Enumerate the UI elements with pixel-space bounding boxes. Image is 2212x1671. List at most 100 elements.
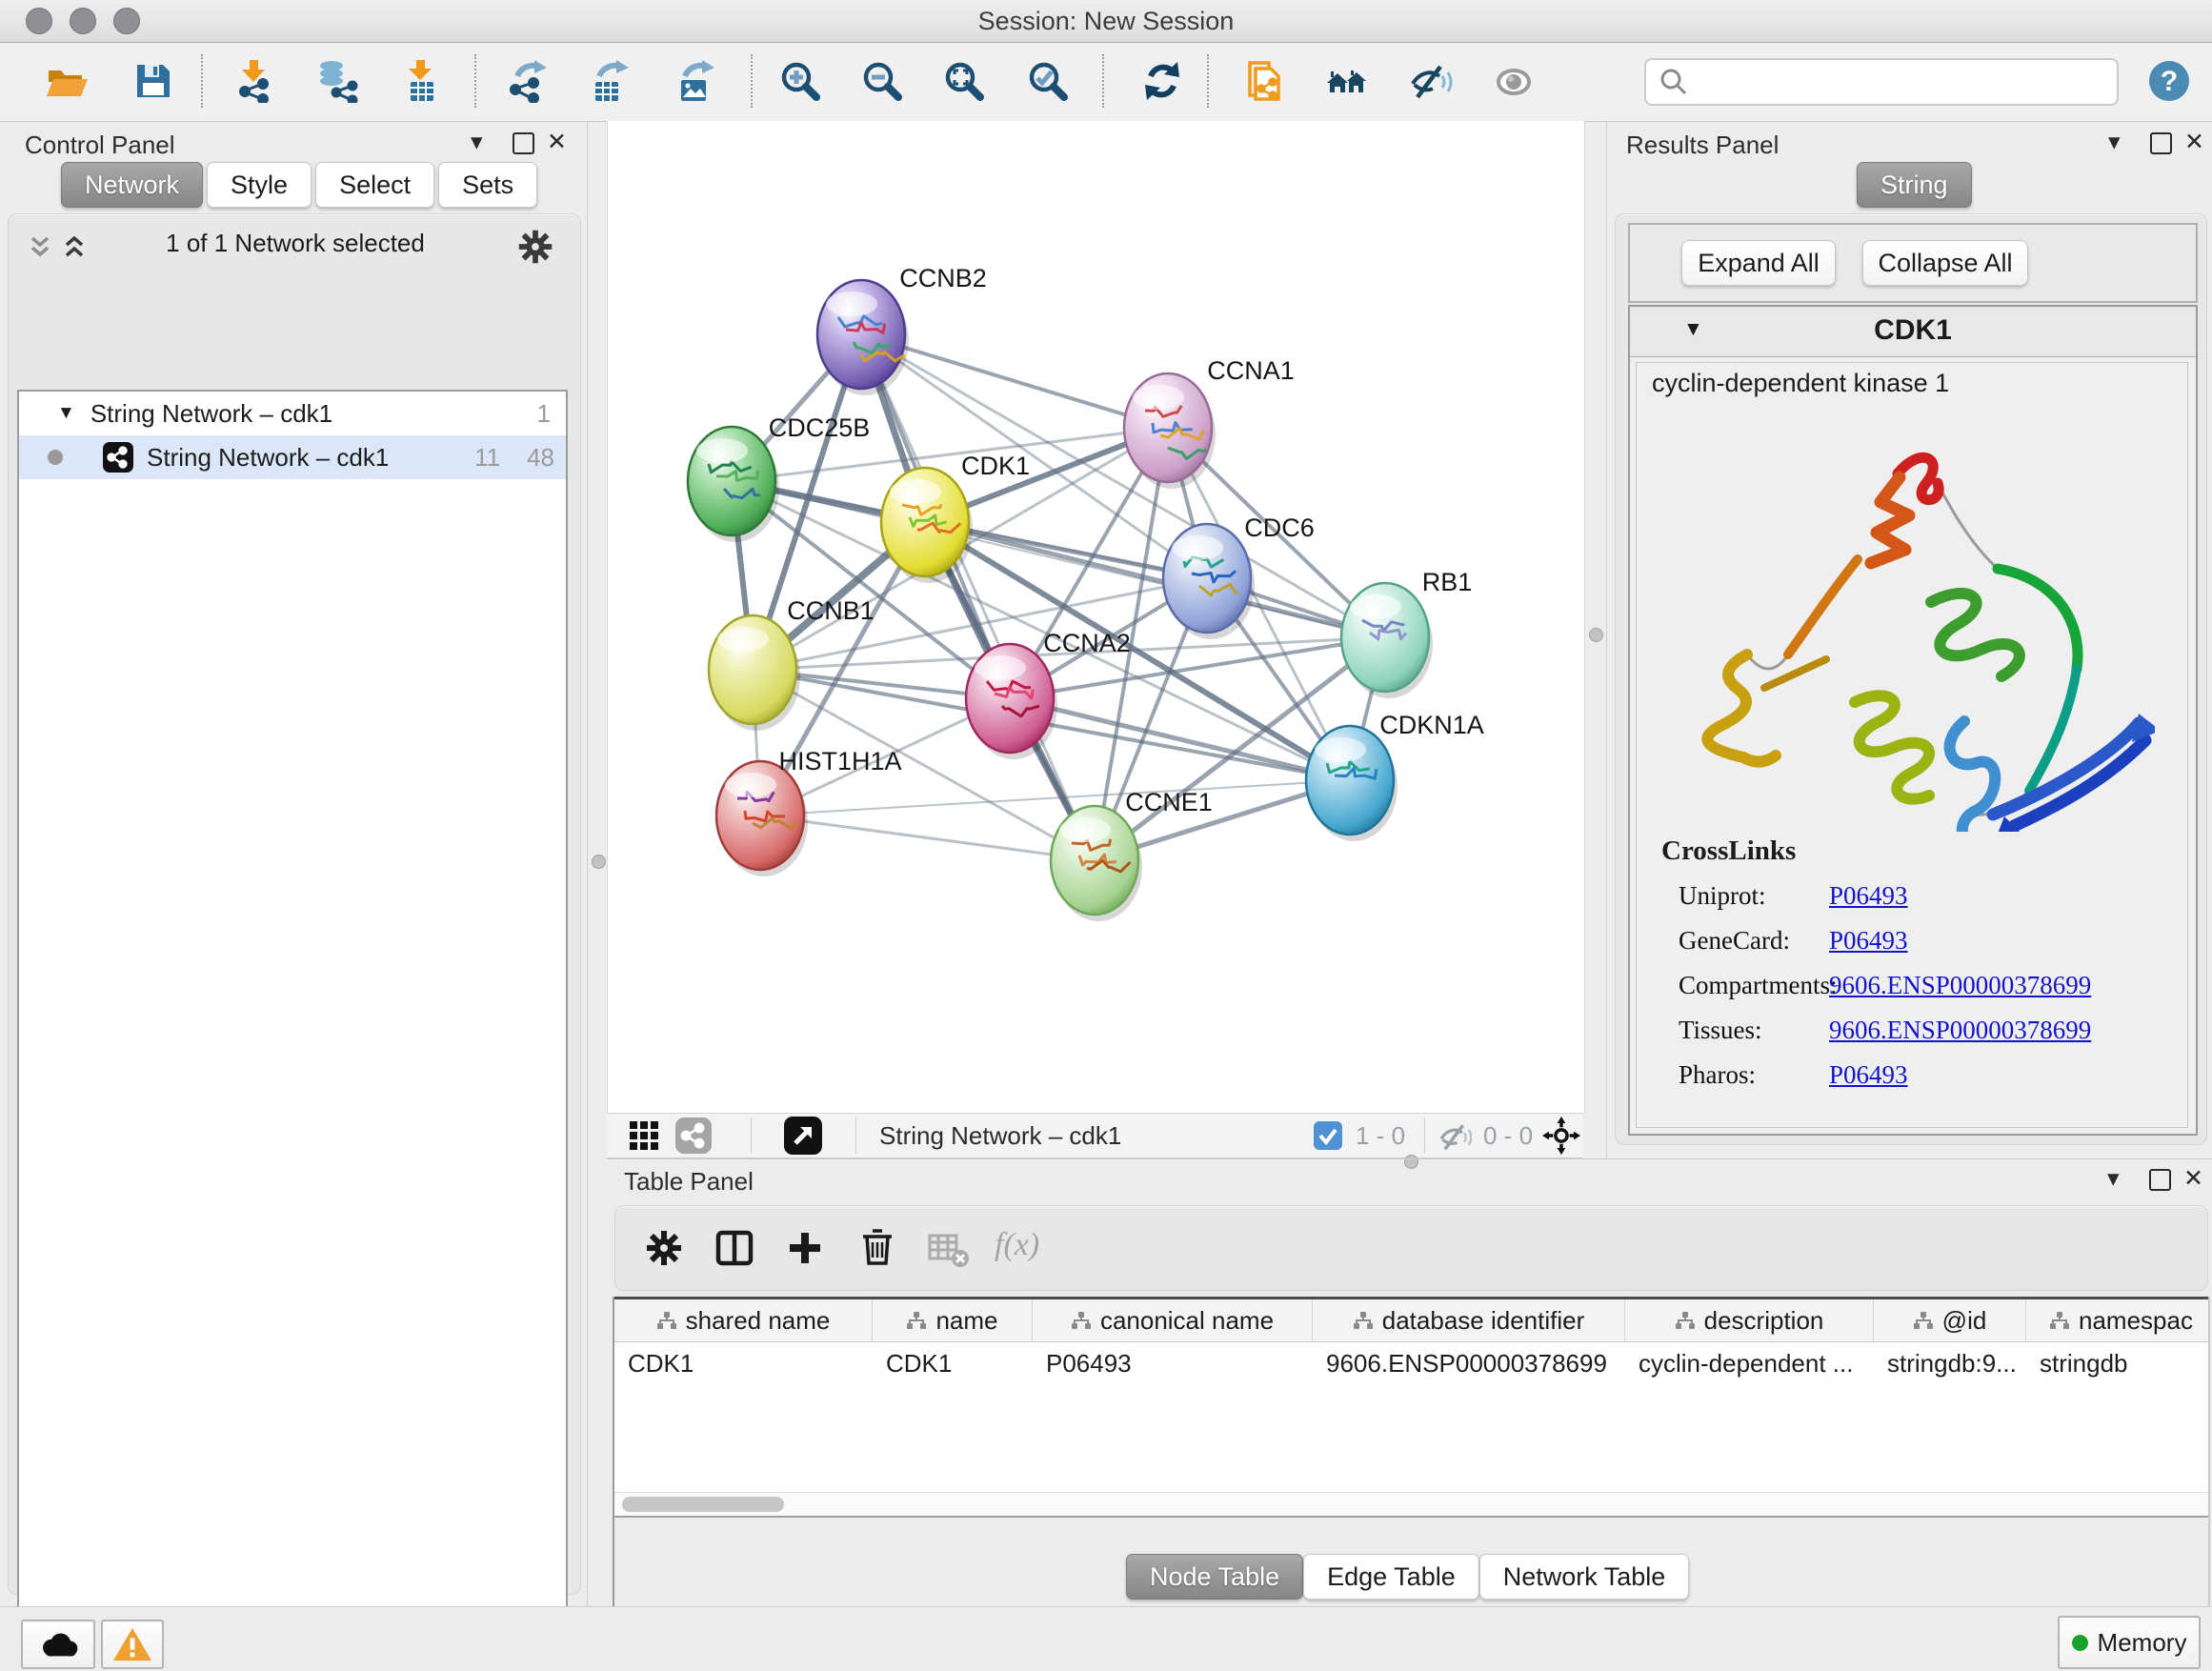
export-table-button[interactable] bbox=[586, 57, 633, 105]
table-settings-gear-icon[interactable] bbox=[642, 1226, 686, 1270]
network-canvas[interactable]: CCNB2CCNA1CDC25BCDK1CDC6RB1CCNB1CCNA2HIS… bbox=[607, 121, 1585, 1113]
scrollbar-thumb[interactable] bbox=[622, 1497, 784, 1512]
hide-graphics-details-button[interactable] bbox=[1407, 57, 1455, 105]
open-session-button[interactable] bbox=[43, 57, 90, 105]
column-header-database-identifier[interactable]: database identifier bbox=[1313, 1299, 1625, 1341]
network-graph[interactable]: CCNB2CCNA1CDC25BCDK1CDC6RB1CCNB1CCNA2HIS… bbox=[608, 121, 1584, 1113]
crosslink-link-tissues[interactable]: 9606.ENSP00000378699 bbox=[1829, 1016, 2091, 1045]
network-node-CDKN1A[interactable] bbox=[1306, 726, 1398, 841]
control-panel-float-icon[interactable] bbox=[513, 132, 534, 154]
collapse-all-button[interactable]: Collapse All bbox=[1862, 240, 2028, 286]
search-box[interactable] bbox=[1644, 58, 2119, 106]
network-node-CCNB2[interactable] bbox=[817, 280, 909, 395]
tab-node-table[interactable]: Node Table bbox=[1126, 1554, 1303, 1600]
export-image-button[interactable] bbox=[672, 57, 719, 105]
show-graphics-details-button[interactable] bbox=[1491, 57, 1538, 105]
control-panel-close-icon[interactable]: ✕ bbox=[547, 131, 567, 154]
warnings-button[interactable] bbox=[101, 1620, 164, 1669]
table-panel-close-icon[interactable]: ✕ bbox=[2183, 1167, 2203, 1191]
table-cell[interactable]: stringdb bbox=[2026, 1342, 2210, 1384]
network-node-CCNE1[interactable] bbox=[1051, 806, 1142, 921]
tab-network-table[interactable]: Network Table bbox=[1479, 1554, 1690, 1600]
table-cell[interactable]: CDK1 bbox=[873, 1342, 1033, 1384]
tab-string[interactable]: String bbox=[1857, 162, 1972, 208]
cloud-button[interactable] bbox=[21, 1620, 95, 1669]
tab-style[interactable]: Style bbox=[207, 162, 312, 208]
network-node-CCNA2[interactable] bbox=[966, 644, 1057, 759]
delete-table-icon[interactable] bbox=[926, 1228, 970, 1272]
column-header-namespac[interactable]: namespac bbox=[2026, 1299, 2210, 1341]
network-edge[interactable] bbox=[760, 815, 1095, 860]
table-cell[interactable]: stringdb:9... bbox=[1874, 1342, 2026, 1384]
export-network-button[interactable] bbox=[504, 57, 552, 105]
network-options-gear-icon[interactable] bbox=[514, 226, 556, 268]
zoom-selected-button[interactable] bbox=[1024, 57, 1072, 105]
crosslink-link-pharos[interactable]: P06493 bbox=[1829, 1060, 1908, 1090]
right-splitter-handle[interactable] bbox=[1589, 628, 1603, 642]
copy-network-button[interactable] bbox=[1240, 57, 1288, 105]
apply-layout-button[interactable] bbox=[1138, 57, 1186, 105]
table-cell[interactable]: 9606.ENSP00000378699 bbox=[1313, 1342, 1625, 1384]
table-cell[interactable]: CDK1 bbox=[614, 1342, 873, 1384]
column-header-canonical-name[interactable]: canonical name bbox=[1033, 1299, 1313, 1341]
add-column-icon[interactable] bbox=[783, 1226, 827, 1270]
table-panel-float-icon[interactable] bbox=[2149, 1169, 2171, 1191]
import-table-file-button[interactable] bbox=[397, 57, 445, 105]
tab-edge-table[interactable]: Edge Table bbox=[1303, 1554, 1479, 1600]
network-node-HIST1H1A[interactable] bbox=[716, 761, 808, 876]
crosslink-link-compartments[interactable]: 9606.ENSP00000378699 bbox=[1829, 971, 2091, 1000]
column-header-@id[interactable]: @id bbox=[1874, 1299, 2026, 1341]
gene-header-row[interactable]: ▼ CDK1 bbox=[1630, 307, 2196, 357]
tab-network[interactable]: Network bbox=[61, 162, 203, 208]
zoom-in-button[interactable] bbox=[776, 57, 824, 105]
function-builder-button[interactable]: f(x) bbox=[995, 1227, 1039, 1263]
table-cell[interactable]: cyclin-dependent ... bbox=[1625, 1342, 1874, 1384]
network-tree-root-row[interactable]: ▼ String Network – cdk1 1 bbox=[19, 392, 566, 435]
zoom-fit-button[interactable] bbox=[940, 57, 988, 105]
titlebar: Session: New Session bbox=[0, 0, 2212, 43]
network-tree-child-row[interactable]: String Network – cdk1 11 48 bbox=[19, 435, 566, 479]
expand-all-networks-icon[interactable] bbox=[59, 231, 93, 265]
show-column-icon[interactable] bbox=[713, 1226, 756, 1270]
birdseye-view-icon[interactable] bbox=[784, 1117, 822, 1155]
network-node-CCNA1[interactable] bbox=[1124, 373, 1216, 489]
results-panel-menu-icon[interactable]: ▾ bbox=[2108, 131, 2121, 154]
zoom-out-button[interactable] bbox=[858, 57, 906, 105]
memory-button[interactable]: Memory bbox=[2058, 1616, 2201, 1669]
table-cell[interactable]: P06493 bbox=[1033, 1342, 1313, 1384]
network-node-CDC6[interactable] bbox=[1163, 524, 1255, 639]
hidden-items-eye-icon[interactable] bbox=[1438, 1119, 1472, 1154]
help-button[interactable]: ? bbox=[2145, 57, 2193, 105]
network-edge[interactable] bbox=[861, 334, 1095, 860]
network-node-CDK1[interactable] bbox=[881, 468, 973, 583]
column-header-name[interactable]: name bbox=[873, 1299, 1033, 1341]
search-input[interactable] bbox=[1698, 67, 2101, 98]
table-row[interactable]: CDK1CDK1P064939606.ENSP00000378699cyclin… bbox=[614, 1342, 2208, 1384]
import-network-file-button[interactable] bbox=[231, 57, 278, 105]
crosslink-link-uniprot[interactable]: P06493 bbox=[1829, 881, 1908, 911]
results-panel-close-icon[interactable]: ✕ bbox=[2184, 131, 2204, 154]
save-session-button[interactable] bbox=[130, 57, 177, 105]
expand-all-button[interactable]: Expand All bbox=[1681, 240, 1836, 286]
first-neighbors-button[interactable] bbox=[1323, 57, 1371, 105]
results-panel-float-icon[interactable] bbox=[2150, 132, 2172, 154]
column-header-description[interactable]: description bbox=[1625, 1299, 1874, 1341]
collapse-all-networks-icon[interactable] bbox=[25, 231, 59, 265]
import-network-database-button[interactable] bbox=[313, 57, 361, 105]
grid-view-icon[interactable] bbox=[628, 1119, 660, 1152]
control-panel-menu-icon[interactable]: ▾ bbox=[471, 131, 483, 154]
tab-sets[interactable]: Sets bbox=[438, 162, 537, 208]
left-splitter-handle[interactable] bbox=[592, 855, 606, 869]
column-header-shared-name[interactable]: shared name bbox=[614, 1299, 873, 1341]
table-horizontal-scrollbar[interactable] bbox=[614, 1492, 2208, 1516]
crosslink-link-genecard[interactable]: P06493 bbox=[1829, 926, 1908, 956]
delete-column-icon[interactable] bbox=[855, 1224, 899, 1268]
tab-select[interactable]: Select bbox=[315, 162, 434, 208]
table-panel-menu-icon[interactable]: ▾ bbox=[2107, 1167, 2120, 1191]
network-node-RB1[interactable] bbox=[1341, 583, 1433, 698]
network-share-view-icon[interactable] bbox=[675, 1117, 712, 1154]
selected-nodes-checkbox[interactable] bbox=[1314, 1121, 1342, 1150]
pan-crosshair-icon[interactable] bbox=[1542, 1117, 1580, 1155]
network-node-CCNB1[interactable] bbox=[709, 615, 800, 731]
tree-expander-icon[interactable]: ▼ bbox=[57, 403, 75, 424]
